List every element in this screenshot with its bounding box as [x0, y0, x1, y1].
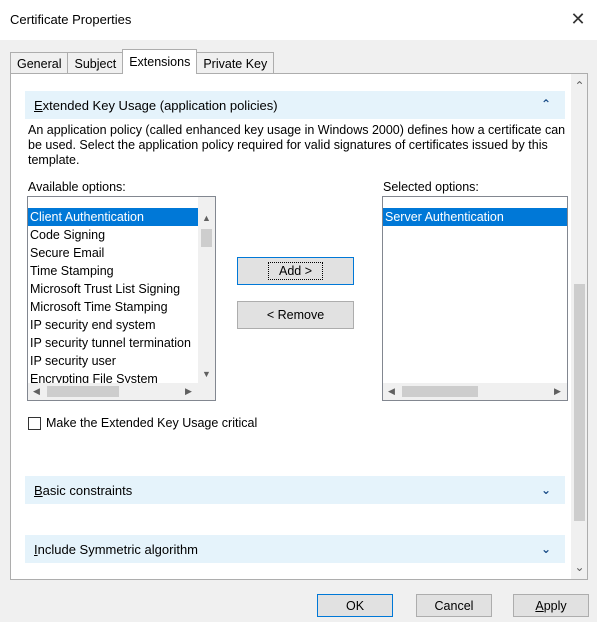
chevron-down-icon[interactable]: ⌄ — [541, 483, 551, 497]
apply-button[interactable]: Apply — [513, 594, 589, 617]
cancel-button[interactable]: Cancel — [416, 594, 492, 617]
list-item[interactable]: Microsoft Time Stamping — [28, 298, 198, 316]
scroll-right-icon[interactable]: ▶ — [180, 383, 197, 400]
selected-options-list[interactable]: Server Authentication ◀ ▶ — [382, 196, 568, 401]
basic-constraints-title: Basic constraints — [34, 482, 133, 498]
scroll-thumb[interactable] — [201, 229, 212, 247]
dialog-footer: OK Cancel Apply — [0, 580, 597, 622]
close-icon[interactable]: ✕ — [565, 6, 591, 32]
tab-private-key[interactable]: Private Key — [196, 52, 275, 74]
list-item[interactable]: IP security user — [28, 352, 198, 370]
apply-button-label: Apply — [535, 598, 567, 613]
critical-checkbox-label[interactable]: Make the Extended Key Usage critical — [46, 416, 257, 430]
scroll-right-icon[interactable]: ▶ — [549, 383, 566, 400]
list-item[interactable]: Code Signing — [28, 226, 198, 244]
basic-constraints-header[interactable]: Basic constraints ⌄ — [25, 476, 565, 504]
eku-description: An application policy (called enhanced k… — [28, 123, 566, 167]
eku-section-header[interactable]: Extended Key Usage (application policies… — [25, 91, 565, 119]
available-options-list[interactable]: Client Authentication Code Signing Secur… — [27, 196, 216, 401]
symmetric-algorithm-header[interactable]: Include Symmetric algorithm ⌄ — [25, 535, 565, 563]
scroll-left-icon[interactable]: ◀ — [28, 383, 45, 400]
available-vscrollbar[interactable]: ▲ ▼ — [198, 197, 215, 383]
scroll-thumb[interactable] — [574, 284, 585, 521]
tab-general[interactable]: General — [10, 52, 69, 74]
tab-extensions[interactable]: Extensions — [122, 49, 198, 74]
selected-hscrollbar[interactable]: ◀ ▶ — [383, 383, 567, 400]
available-hscrollbar[interactable]: ◀ ▶ — [28, 383, 215, 400]
selected-options-label: Selected options: — [383, 180, 479, 194]
remove-button[interactable]: < Remove — [237, 301, 354, 329]
ok-button[interactable]: OK — [317, 594, 393, 617]
panel-vscrollbar[interactable]: ⌃ ⌄ — [571, 74, 587, 579]
add-button[interactable]: Add > — [237, 257, 354, 285]
list-item[interactable]: Server Authentication — [383, 208, 567, 226]
tab-strip: General Subject Extensions Private Key — [10, 49, 275, 74]
scroll-down-icon[interactable]: ▼ — [198, 367, 215, 381]
symmetric-algorithm-title: Include Symmetric algorithm — [34, 541, 199, 557]
tab-subject[interactable]: Subject — [67, 52, 124, 74]
scroll-up-icon[interactable]: ⌃ — [571, 78, 587, 94]
list-item[interactable]: IP security tunnel termination — [28, 334, 198, 352]
list-item[interactable]: Secure Email — [28, 244, 198, 262]
scroll-left-icon[interactable]: ◀ — [383, 383, 400, 400]
list-item[interactable]: Time Stamping — [28, 262, 198, 280]
chevron-down-icon[interactable]: ⌄ — [541, 542, 551, 556]
list-item[interactable]: IP security end system — [28, 316, 198, 334]
eku-section-title: Extended Key Usage (application policies… — [34, 97, 278, 113]
available-options-label: Available options: — [28, 180, 126, 194]
extensions-panel: Extended Key Usage (application policies… — [10, 73, 588, 580]
add-button-label: Add > — [267, 262, 323, 280]
available-options-items: Client Authentication Code Signing Secur… — [28, 208, 198, 388]
list-item[interactable]: Client Authentication — [28, 208, 198, 226]
scroll-thumb[interactable] — [402, 386, 478, 397]
selected-options-items: Server Authentication — [383, 208, 567, 226]
list-item[interactable]: Microsoft Trust List Signing — [28, 280, 198, 298]
chevron-up-icon[interactable]: ⌃ — [541, 97, 551, 111]
window-title: Certificate Properties — [10, 12, 132, 27]
scroll-up-icon[interactable]: ▲ — [198, 211, 215, 225]
title-bar: Certificate Properties ✕ — [0, 0, 597, 40]
scroll-down-icon[interactable]: ⌄ — [571, 559, 587, 575]
scroll-thumb[interactable] — [47, 386, 119, 397]
critical-checkbox[interactable] — [28, 417, 41, 430]
